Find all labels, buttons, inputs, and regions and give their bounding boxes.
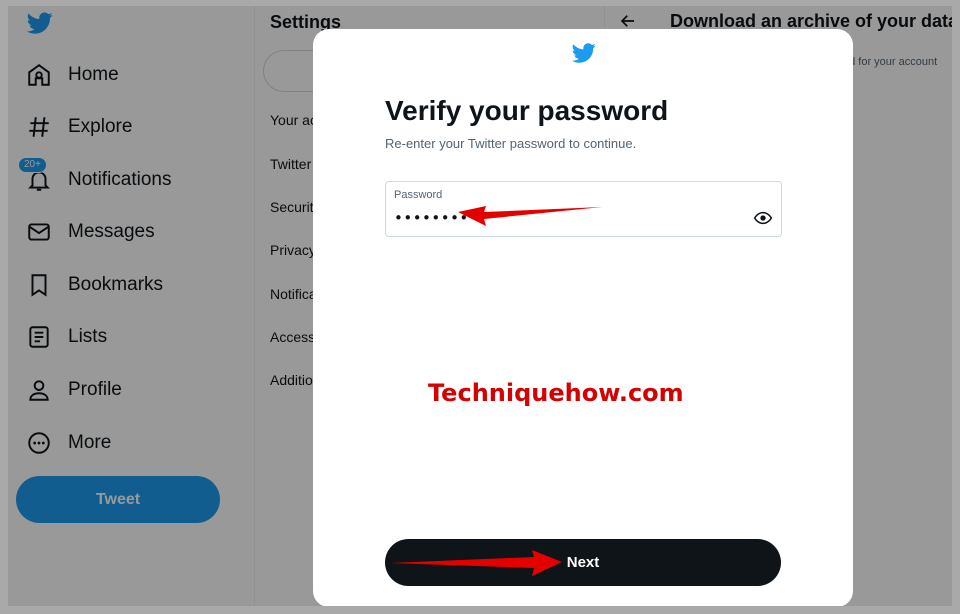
twitter-window: Home Explore 20+ Notifications Messages <box>8 6 952 606</box>
watermark-text: Techniquehow.com <box>428 379 684 407</box>
dialog-title: Verify your password <box>385 95 669 126</box>
dialog-subtitle: Re-enter your Twitter password to contin… <box>385 136 637 151</box>
verify-password-dialog: Verify your password Re-enter your Twitt… <box>313 29 853 606</box>
eye-icon[interactable] <box>753 208 773 228</box>
twitter-logo-icon <box>571 43 596 63</box>
password-field[interactable]: Password <box>385 181 782 237</box>
password-input[interactable] <box>394 209 734 227</box>
next-button[interactable]: Next <box>385 539 781 586</box>
password-label: Password <box>394 189 443 201</box>
